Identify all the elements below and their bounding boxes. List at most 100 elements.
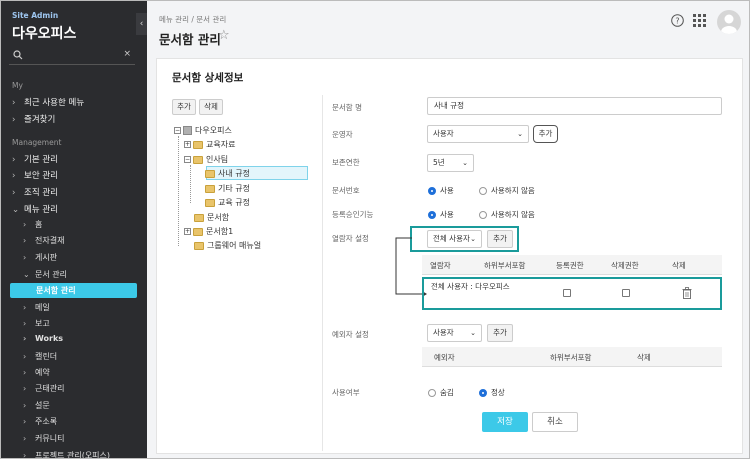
sidebar-item-docs[interactable]: ⌄ 문서 관리 xyxy=(23,269,67,280)
docno-use-radio[interactable]: 사용 xyxy=(428,185,454,196)
tree-node[interactable]: 그룹웨어 매뉴얼 xyxy=(194,240,261,251)
collapse-sidebar-button[interactable]: ‹ xyxy=(136,13,147,35)
status-label: 사용여부 xyxy=(332,388,360,397)
col-except: 예외자 xyxy=(434,353,455,362)
sidebar-item-attendance[interactable]: › 근태관리 xyxy=(23,383,64,394)
chevron-right-icon: › xyxy=(12,155,16,165)
chevron-down-icon: ⌄ xyxy=(462,159,468,167)
sidebar-item-approval[interactable]: › 전자결재 xyxy=(23,235,64,246)
tree-add-button[interactable]: 추가 xyxy=(172,99,196,115)
header: 메뉴 관리 / 문서 관리 문서함 관리 ☆ ? xyxy=(147,1,749,57)
except-table-header: 예외자 하위부서포함 삭제 xyxy=(422,347,722,367)
section-my: My xyxy=(12,81,23,90)
sidebar-item-project[interactable]: › 프로젝트 관리(오피스) xyxy=(23,450,110,458)
status-hidden-radio[interactable]: 숨김 xyxy=(428,387,454,398)
approval-notuse-radio[interactable]: 사용하지 않음 xyxy=(479,209,535,220)
chevron-down-icon: ⌄ xyxy=(517,130,523,138)
chevron-right-icon: › xyxy=(23,401,27,410)
viewer-table-header: 열람자 하위부서포함 등록권한 삭제권한 삭제 xyxy=(422,255,722,275)
tree-node[interactable]: 문서함 xyxy=(194,212,229,223)
tree-node[interactable]: − 인사팀 xyxy=(184,154,228,165)
trash-icon[interactable] xyxy=(682,287,692,299)
section-management: Management xyxy=(12,138,62,147)
col-delete: 삭제 xyxy=(637,353,651,362)
tree-node-selected[interactable]: 사내 규정 xyxy=(205,168,250,179)
delete-perm-checkbox[interactable] xyxy=(622,289,630,297)
chevron-down-icon: ⌄ xyxy=(23,270,30,279)
radio-checked-icon xyxy=(428,211,436,219)
tree-node[interactable]: 교육 규정 xyxy=(205,197,250,208)
sidebar-item-contacts[interactable]: › 주소록 xyxy=(23,416,57,427)
sidebar-item-recent[interactable]: › 최근 사용한 메뉴 xyxy=(12,96,84,108)
collapse-icon[interactable]: − xyxy=(174,127,181,134)
tree-node[interactable]: + 교육자료 xyxy=(184,139,235,150)
operator-label: 운영자 xyxy=(332,130,353,139)
sidebar-item-board[interactable]: › 게시판 xyxy=(23,252,57,263)
sidebar-item-basic[interactable]: › 기본 관리 xyxy=(12,153,58,165)
sidebar-item-report[interactable]: › 보고 xyxy=(23,318,50,329)
register-checkbox[interactable] xyxy=(563,289,571,297)
svg-text:?: ? xyxy=(675,16,679,25)
chevron-right-icon: › xyxy=(23,220,27,229)
except-select[interactable]: 사용자 ⌄ xyxy=(427,324,482,342)
status-normal-radio[interactable]: 정상 xyxy=(479,387,505,398)
avatar[interactable] xyxy=(717,10,741,34)
chevron-right-icon: › xyxy=(12,115,16,125)
col-subdept: 하위부서포함 xyxy=(550,353,592,362)
sidebar-item-survey[interactable]: › 설문 xyxy=(23,400,50,411)
folder-icon xyxy=(205,198,215,207)
expand-icon[interactable]: + xyxy=(184,141,191,148)
tree-node[interactable]: 기타 규정 xyxy=(205,183,250,194)
folder-icon xyxy=(205,184,215,193)
clear-search-icon[interactable]: × xyxy=(123,49,131,59)
expand-icon[interactable]: + xyxy=(184,228,191,235)
sidebar-item-org[interactable]: › 조직 관리 xyxy=(12,186,58,198)
breadcrumb: 메뉴 관리 / 문서 관리 xyxy=(159,15,227,24)
approval-use-radio[interactable]: 사용 xyxy=(428,209,454,220)
docno-notuse-radio[interactable]: 사용하지 않음 xyxy=(479,185,535,196)
collapse-icon[interactable]: − xyxy=(184,156,191,163)
radio-checked-icon xyxy=(428,187,436,195)
viewer-add-button[interactable]: 추가 xyxy=(487,230,513,248)
help-icon[interactable]: ? xyxy=(671,14,684,27)
sidebar-item-docbox-active[interactable]: 문서함 관리 xyxy=(10,283,137,298)
name-input[interactable]: 사내 규정 xyxy=(427,97,722,115)
tree-node[interactable]: + 문서함1 xyxy=(184,226,233,237)
tree-node-root[interactable]: − 다우오피스 xyxy=(174,125,232,136)
sidebar-item-menu[interactable]: ⌄ 메뉴 관리 xyxy=(12,203,58,215)
docno-label: 문서번호 xyxy=(332,186,360,195)
chevron-right-icon: › xyxy=(23,303,27,312)
col-delete-perm: 삭제권한 xyxy=(611,261,639,270)
except-add-button[interactable]: 추가 xyxy=(487,324,513,342)
search-input[interactable]: × xyxy=(9,47,135,65)
tree-delete-button[interactable]: 삭제 xyxy=(199,99,223,115)
sidebar-item-mail[interactable]: › 메일 xyxy=(23,302,50,313)
save-button[interactable]: 저장 xyxy=(482,412,528,432)
operator-add-button[interactable]: 추가 xyxy=(533,125,558,143)
sidebar-item-favorites[interactable]: › 즐겨찾기 xyxy=(12,113,55,125)
sidebar-item-community[interactable]: › 커뮤니티 xyxy=(23,433,64,444)
sidebar-item-calendar[interactable]: › 캘린더 xyxy=(23,351,57,362)
col-viewer: 열람자 xyxy=(430,261,451,270)
cancel-button[interactable]: 취소 xyxy=(532,412,578,432)
sidebar-item-home[interactable]: › 홈 xyxy=(23,219,42,230)
operator-select[interactable]: 사용자 ⌄ xyxy=(427,125,529,143)
approval-label: 등록승인기능 xyxy=(332,210,374,219)
radio-icon xyxy=(479,211,487,219)
apps-grid-icon[interactable] xyxy=(693,14,706,27)
chevron-right-icon: › xyxy=(23,352,27,361)
sidebar-item-works[interactable]: › Works xyxy=(23,334,63,343)
chevron-down-icon: ⌄ xyxy=(470,235,476,243)
folder-icon xyxy=(194,241,204,250)
star-icon[interactable]: ☆ xyxy=(218,28,230,43)
page-title: 문서함 관리 xyxy=(159,32,221,47)
retention-select[interactable]: 5년 ⌄ xyxy=(427,154,474,172)
chevron-down-icon: ⌄ xyxy=(470,329,476,337)
chevron-right-icon: › xyxy=(23,236,27,245)
sidebar-item-reservation[interactable]: › 예약 xyxy=(23,367,50,378)
site-admin-label: Site Admin xyxy=(12,11,59,20)
sidebar-item-security[interactable]: › 보안 관리 xyxy=(12,169,58,181)
folder-icon xyxy=(194,213,204,222)
chevron-right-icon: › xyxy=(23,417,27,426)
viewer-select[interactable]: 전체 사용자 ⌄ xyxy=(427,230,482,248)
